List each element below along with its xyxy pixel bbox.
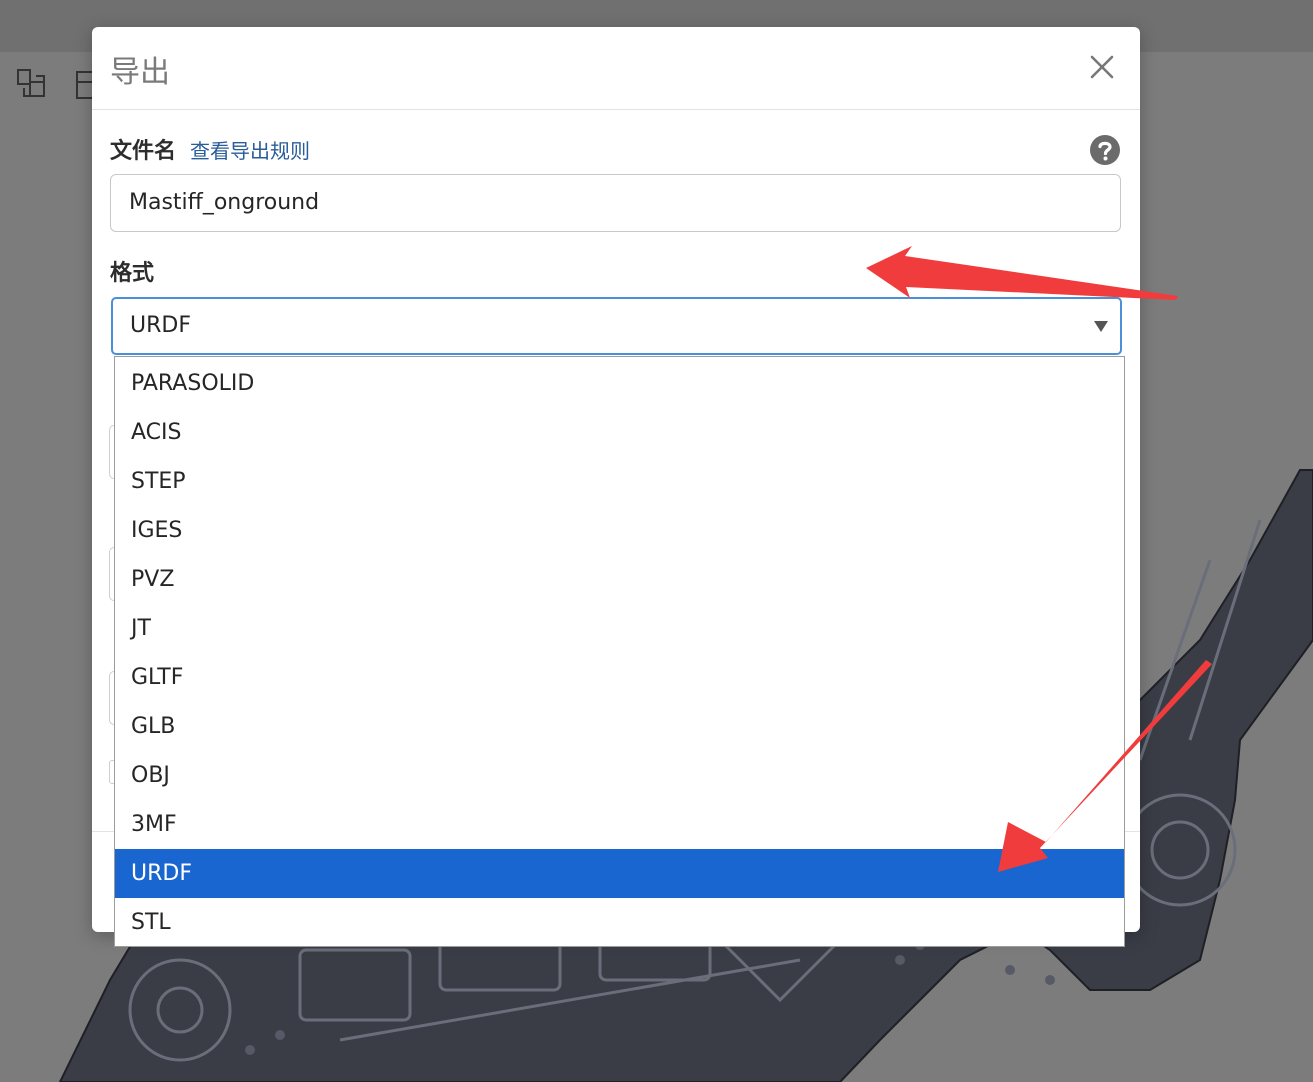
export-rules-link[interactable]: 查看导出规则: [190, 135, 310, 164]
question-circle-icon[interactable]: [1089, 134, 1121, 166]
assembly-tool-icon[interactable]: [14, 66, 50, 102]
format-option-obj[interactable]: OBJ: [115, 751, 1124, 800]
format-select-value: URDF: [130, 313, 191, 338]
format-option-iges[interactable]: IGES: [115, 506, 1124, 555]
format-option-step[interactable]: STEP: [115, 457, 1124, 506]
format-option-jt[interactable]: JT: [115, 604, 1124, 653]
format-option-gltf[interactable]: GLTF: [115, 653, 1124, 702]
format-select[interactable]: URDF: [111, 297, 1122, 355]
close-icon[interactable]: [1088, 53, 1116, 81]
format-option-parasolid[interactable]: PARASOLID: [115, 359, 1124, 408]
filename-input[interactable]: Mastiff_onground: [110, 174, 1121, 232]
format-option-pvz[interactable]: PVZ: [115, 555, 1124, 604]
format-label: 格式: [110, 261, 155, 286]
format-dropdown-list[interactable]: PARASOLID ACIS STEP IGES PVZ JT GLTF GLB OBJ 3MF U…: [114, 356, 1125, 947]
filename-label: 文件名: [110, 139, 177, 164]
caret-down-icon: [1094, 321, 1108, 332]
format-option-acis[interactable]: ACIS: [115, 408, 1124, 457]
format-option-glb[interactable]: GLB: [115, 702, 1124, 751]
dialog-title: 导出: [110, 55, 170, 90]
format-option-3mf[interactable]: 3MF: [115, 800, 1124, 849]
part-tool-icon[interactable]: [74, 66, 94, 102]
dialog-header: 导出: [92, 27, 1140, 110]
format-option-stl[interactable]: STL: [115, 898, 1124, 946]
format-option-urdf[interactable]: URDF: [115, 849, 1124, 898]
